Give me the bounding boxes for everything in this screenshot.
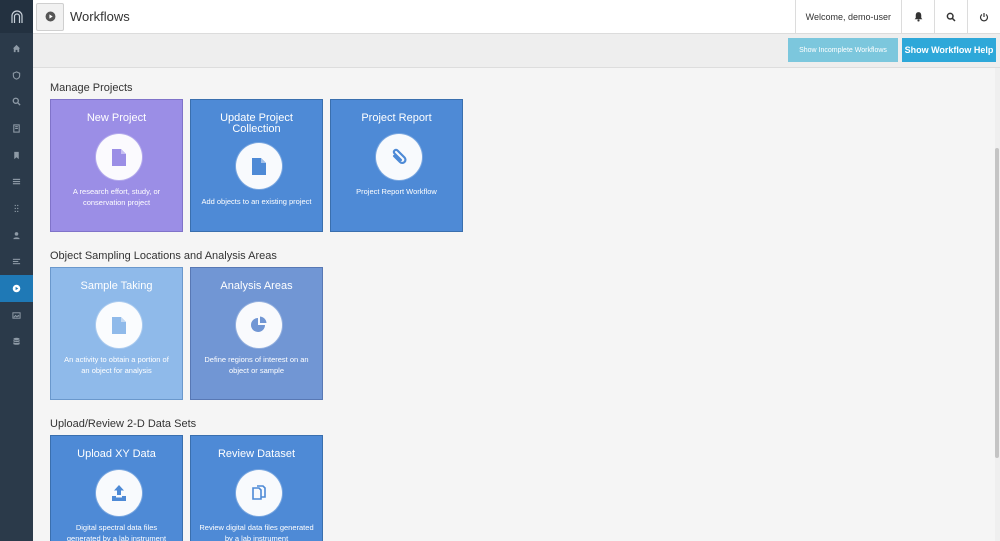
document-icon: [96, 302, 142, 348]
sidebar-item-list[interactable]: [0, 168, 33, 195]
card-title: Sample Taking: [80, 280, 153, 292]
play-circle-icon: [12, 284, 21, 293]
card-upload-xy-data[interactable]: Upload XY Data Digital spectral data fil…: [50, 435, 183, 541]
card-title: Analysis Areas: [220, 280, 293, 292]
card-title: Review Dataset: [217, 448, 296, 460]
bell-icon: [914, 12, 922, 22]
card-description: Define regions of interest on an object …: [204, 355, 309, 375]
card-description: Add objects to an existing project: [201, 197, 312, 206]
card-project-report[interactable]: Project Report Project Report Workflow: [330, 99, 463, 232]
card-description: Digital spectral data files generated by…: [66, 523, 167, 541]
notifications-button[interactable]: [901, 0, 934, 33]
section-title: Object Sampling Locations and Analysis A…: [50, 250, 277, 262]
section-title: Manage Projects: [50, 82, 133, 94]
play-circle-icon: [45, 11, 55, 22]
show-workflow-help-button[interactable]: Show Workflow Help: [902, 38, 996, 62]
scrollbar[interactable]: [995, 68, 1000, 541]
header-search-button[interactable]: [934, 0, 967, 33]
sidebar-item-workflows[interactable]: [0, 275, 33, 302]
logout-button[interactable]: [967, 0, 1000, 33]
lines-icon: [12, 259, 21, 265]
sidebar-item-book[interactable]: [0, 115, 33, 142]
user-icon: [13, 231, 20, 239]
show-incomplete-workflows-button[interactable]: Show Incomplete Workflows: [788, 38, 898, 62]
workflows-play-button[interactable]: [36, 2, 64, 31]
card-title: Project Report: [361, 112, 432, 124]
sidebar-item-database[interactable]: [0, 329, 33, 356]
document-icon: [96, 134, 142, 180]
card-sample-taking[interactable]: Sample Taking An activity to obtain a po…: [50, 267, 183, 400]
page-title: Workflows: [70, 9, 130, 24]
power-icon: [979, 12, 989, 21]
card-description: Project Report Workflow: [356, 187, 437, 196]
upload-icon: [96, 470, 142, 516]
card-description: An activity to obtain a portion of an ob…: [64, 355, 169, 375]
shield-icon: [12, 70, 21, 80]
arch-logo-icon[interactable]: [0, 0, 33, 33]
card-title: Upload XY Data: [77, 448, 156, 460]
bookmark-icon: [14, 151, 19, 159]
workflow-content: Manage Projects New Project A research e…: [33, 68, 995, 541]
search-icon: [12, 97, 21, 106]
sidebar-item-lines[interactable]: [0, 249, 33, 276]
sidebar-item-shield[interactable]: [0, 62, 33, 89]
scrollbar-thumb[interactable]: [995, 148, 999, 458]
card-description: Review digital data files generated by a…: [199, 523, 314, 541]
welcome-user[interactable]: Welcome, demo-user: [794, 0, 901, 33]
book-icon: [13, 124, 20, 133]
sidebar-item-home[interactable]: [0, 35, 33, 62]
copy-icon: [236, 470, 282, 516]
database-icon: [13, 338, 20, 346]
sidebar-item-image[interactable]: [0, 302, 33, 329]
sidebar-item-user[interactable]: [0, 222, 33, 249]
card-new-project[interactable]: New Project A research effort, study, or…: [50, 99, 183, 232]
card-update-project-collection[interactable]: Update Project Collection Add objects to…: [190, 99, 323, 232]
document-icon: [236, 143, 282, 189]
section-title: Upload/Review 2-D Data Sets: [50, 418, 197, 430]
card-review-dataset[interactable]: Review Dataset Review digital data files…: [190, 435, 323, 541]
sidebar-item-bookmark[interactable]: [0, 142, 33, 169]
image-icon: [12, 312, 21, 319]
sidebar-item-search[interactable]: [0, 88, 33, 115]
top-header: Workflows Welcome, demo-user: [33, 0, 1000, 34]
search-icon: [946, 12, 956, 22]
list-icon: [12, 179, 21, 185]
sidebar-item-dots[interactable]: [0, 195, 33, 222]
pie-chart-icon: [236, 302, 282, 348]
workflow-toolbar: Show Incomplete Workflows Show Workflow …: [33, 34, 1000, 68]
card-title: Update Project Collection: [220, 112, 293, 135]
paperclip-icon: [376, 134, 422, 180]
card-title: New Project: [86, 112, 147, 124]
home-icon: [12, 44, 21, 52]
card-description: A research effort, study, or conservatio…: [72, 187, 161, 207]
vertical-dots-icon: [14, 204, 19, 212]
card-analysis-areas[interactable]: Analysis Areas Define regions of interes…: [190, 267, 323, 400]
sidebar: [0, 0, 34, 541]
